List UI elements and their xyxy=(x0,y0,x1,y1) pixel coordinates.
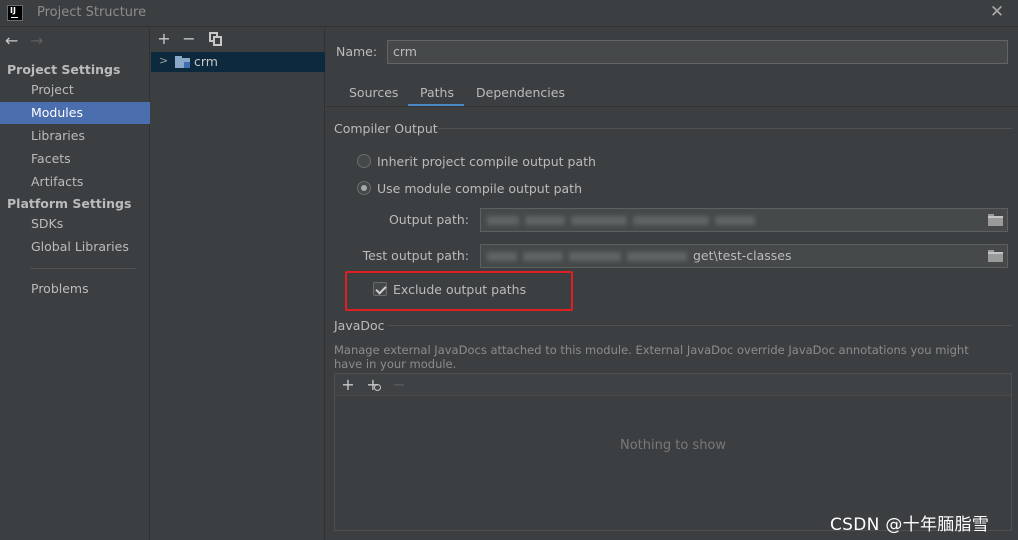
javadoc-divider xyxy=(388,325,1012,326)
sidebar-item-global-libraries[interactable]: Global Libraries xyxy=(0,236,150,258)
sidebar-item-facets[interactable]: Facets xyxy=(0,148,150,170)
javadoc-description: Manage external JavaDocs attached to thi… xyxy=(334,343,969,371)
browse-folder-icon[interactable] xyxy=(988,214,1004,226)
tab-sources[interactable]: Sources xyxy=(349,85,398,107)
remove-icon[interactable]: − xyxy=(182,31,196,47)
back-arrow-icon[interactable]: ← xyxy=(5,31,18,51)
compiler-output-divider xyxy=(438,128,1012,129)
tree-item-label: crm xyxy=(194,54,218,69)
inherit-output-label: Inherit project compile output path xyxy=(377,154,596,169)
browse-test-folder-icon[interactable] xyxy=(988,250,1004,262)
sidebar-divider xyxy=(30,268,136,269)
intellij-app-icon: IJ xyxy=(7,5,23,21)
sidebar-item-modules[interactable]: Modules xyxy=(0,102,150,124)
paths-tab-content: Compiler Output Inherit project compile … xyxy=(326,107,1018,540)
module-folder-icon xyxy=(175,56,190,68)
project-settings-header: Project Settings xyxy=(7,62,121,77)
add-icon[interactable]: + xyxy=(157,31,171,47)
copy-icon[interactable] xyxy=(209,32,223,46)
empty-list-message: Nothing to show xyxy=(619,438,727,453)
module-details-panel: Name: crm Sources Paths Dependencies Com… xyxy=(326,28,1018,540)
exclude-output-paths-checkbox[interactable] xyxy=(373,282,387,296)
module-name-input[interactable]: crm xyxy=(387,40,1008,64)
sidebar-item-sdks[interactable]: SDKs xyxy=(0,213,150,235)
name-label: Name: xyxy=(336,44,378,59)
test-output-path-visible-text: get\test-classes xyxy=(693,248,792,263)
sidebar-item-problems[interactable]: Problems xyxy=(0,278,150,300)
tab-dependencies[interactable]: Dependencies xyxy=(476,85,565,107)
inherit-output-radio[interactable] xyxy=(357,154,371,168)
close-icon[interactable]: ✕ xyxy=(988,3,1006,21)
exclude-output-paths-label: Exclude output paths xyxy=(393,282,527,297)
add-javadoc-icon[interactable]: + xyxy=(340,377,356,393)
csdn-watermark: CSDN @十年腼脂雪 xyxy=(830,515,990,535)
module-tree-panel: + − > crm xyxy=(151,28,325,540)
output-path-label: Output path: xyxy=(388,212,469,227)
add-url-icon[interactable]: + xyxy=(365,377,381,393)
remove-javadoc-icon[interactable]: − xyxy=(391,377,407,393)
test-output-path-label: Test output path: xyxy=(362,248,469,263)
test-output-path-input[interactable]: get\test-classes xyxy=(480,244,1008,268)
window-title: Project Structure xyxy=(37,5,147,20)
chevron-right-icon[interactable]: > xyxy=(159,54,168,67)
use-module-output-label: Use module compile output path xyxy=(377,181,583,196)
javadoc-title: JavaDoc xyxy=(334,318,385,333)
forward-arrow-icon[interactable]: → xyxy=(30,31,43,51)
sidebar-item-libraries[interactable]: Libraries xyxy=(0,125,150,147)
settings-sidebar: ← → Project Settings Project Modules Lib… xyxy=(0,28,150,540)
output-path-input[interactable] xyxy=(480,208,1008,232)
platform-settings-header: Platform Settings xyxy=(7,196,132,211)
javadoc-toolbar: + + − xyxy=(335,374,1011,396)
javadoc-list-panel: + + − Nothing to show xyxy=(334,373,1012,531)
sidebar-item-project[interactable]: Project xyxy=(0,79,150,101)
use-module-output-radio[interactable] xyxy=(357,181,371,195)
tree-item-crm[interactable]: > crm xyxy=(151,52,325,72)
sidebar-item-artifacts[interactable]: Artifacts xyxy=(0,171,150,193)
title-bar: IJ Project Structure ✕ xyxy=(0,0,1018,27)
compiler-output-title: Compiler Output xyxy=(334,121,438,136)
